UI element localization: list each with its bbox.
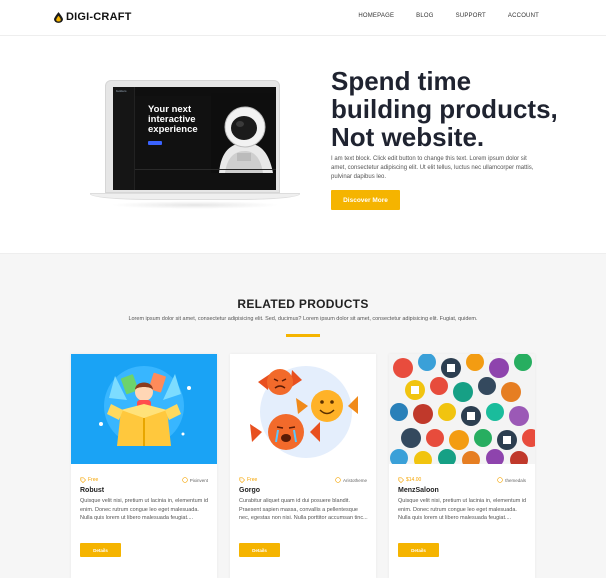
product-name[interactable]: Robust [80, 487, 104, 494]
section-subtitle: Lorem ipsum dolor sit amet, consectetur … [128, 316, 478, 322]
screen-button [148, 141, 162, 145]
screen-sidebar [113, 87, 135, 190]
tag-icon [398, 477, 404, 483]
card-meta: $14.00 themedals [398, 476, 526, 484]
nav-homepage[interactable]: HOMEPAGE [358, 13, 394, 19]
product-card-gorgo: Free Aristotheme Gorgo Curabitur aliquet… [230, 354, 376, 578]
logo-text: DIGI-CRAFT [66, 11, 132, 23]
card-meta: Free Pixinvent [80, 476, 208, 484]
product-image-menzsaloon[interactable] [389, 354, 535, 464]
author-icon [335, 477, 341, 483]
flat-icons-illustration [389, 354, 535, 464]
product-card-robust: Free Pixinvent Robust Quisque velit nisi… [71, 354, 217, 578]
main-nav: HOMEPAGE BLOG SUPPORT ACCOUNT [358, 13, 539, 19]
hero-text: I am text block. Click edit button to ch… [331, 156, 534, 180]
screen-headline: Your next interactive experience [148, 104, 198, 135]
price-label: Free [88, 477, 99, 483]
laptop-shadow [110, 201, 280, 209]
tag-icon [239, 477, 245, 483]
author: Pixinvent [182, 477, 208, 483]
product-card-menzsaloon: $14.00 themedals MenzSaloon Quisque veli… [389, 354, 535, 578]
astronaut-image [211, 93, 276, 173]
details-button[interactable]: Details [398, 543, 439, 557]
price-tag: $14.00 [398, 477, 421, 483]
logo[interactable]: DIGI-CRAFT [54, 11, 132, 23]
author: themedals [497, 477, 526, 483]
logo-drop-icon [54, 11, 63, 23]
nav-account[interactable]: ACCOUNT [508, 13, 539, 19]
title-underline [286, 334, 320, 337]
price-tag: Free [239, 477, 257, 483]
nav-support[interactable]: SUPPORT [456, 13, 486, 19]
author: Aristotheme [335, 477, 367, 483]
hero-title: Spend time building products, Not websit… [331, 66, 558, 152]
price-label: Free [247, 477, 258, 483]
tag-icon [80, 477, 86, 483]
product-description: Quisque velit nisi, pretium ut lacinia i… [80, 498, 209, 522]
product-description: Quisque velit nisi, pretium ut lacinia i… [398, 498, 527, 522]
author-name[interactable]: Aristotheme [343, 478, 367, 483]
screen-brand: builders [116, 89, 127, 93]
site-header: DIGI-CRAFT HOMEPAGE BLOG SUPPORT ACCOUNT [0, 0, 606, 36]
laptop-lid: builders Your next interactive experienc… [105, 80, 280, 193]
candy-emoji-illustration [230, 354, 376, 464]
related-products-section: RELATED PRODUCTS Lorem ipsum dolor sit a… [0, 253, 606, 578]
author-icon [497, 477, 503, 483]
screen-grid [135, 169, 276, 190]
nav-blog[interactable]: BLOG [416, 13, 433, 19]
product-name[interactable]: Gorgo [239, 487, 260, 494]
discover-more-button[interactable]: Discover More [331, 190, 400, 210]
hero-section: builders Your next interactive experienc… [0, 36, 606, 253]
author-icon [182, 477, 188, 483]
details-button[interactable]: Details [80, 543, 121, 557]
laptop-mockup: builders Your next interactive experienc… [90, 80, 300, 213]
card-meta: Free Aristotheme [239, 476, 367, 484]
author-name[interactable]: Pixinvent [190, 478, 208, 483]
laptop-screen: builders Your next interactive experienc… [113, 87, 276, 190]
product-description: Curabitur aliquet quam id dui posuere bl… [239, 498, 368, 522]
author-name[interactable]: themedals [505, 478, 526, 483]
gift-box-illustration [71, 354, 217, 464]
product-image-robust[interactable] [71, 354, 217, 464]
product-image-gorgo[interactable] [230, 354, 376, 464]
section-title: RELATED PRODUCTS [237, 297, 369, 311]
product-name[interactable]: MenzSaloon [398, 487, 439, 494]
price-tag: Free [80, 477, 98, 483]
details-button[interactable]: Details [239, 543, 280, 557]
laptop-base [90, 193, 300, 200]
price-label: $14.00 [406, 477, 422, 483]
